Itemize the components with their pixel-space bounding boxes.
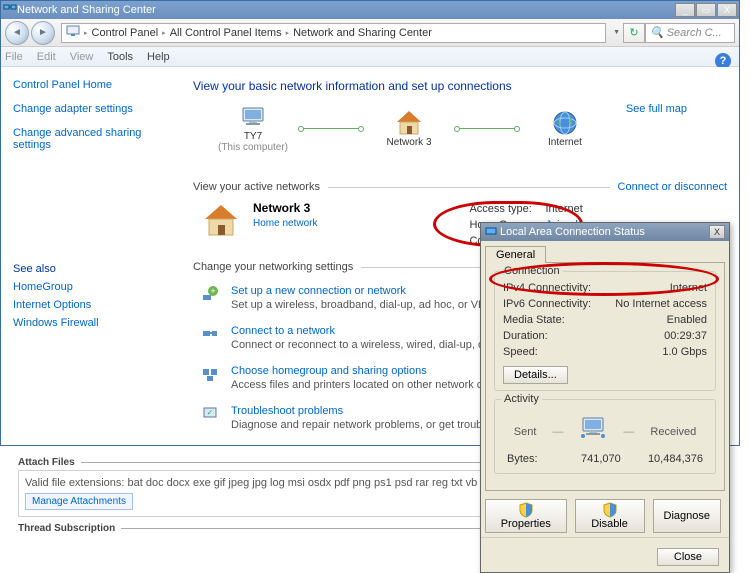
page-heading: View your basic network information and … [193, 79, 727, 93]
node-internet: Internet [525, 109, 605, 148]
map-link-2 [457, 128, 517, 129]
menu-tools[interactable]: Tools [107, 51, 133, 63]
breadcrumb[interactable]: ▸ Control Panel ▸ All Control Panel Item… [61, 23, 606, 43]
shield-icon [518, 506, 534, 518]
menubar: File Edit View Tools Help [1, 47, 739, 67]
change-settings-label: Change your networking settings [193, 261, 361, 273]
troubleshoot-link[interactable]: Troubleshoot problems [231, 405, 343, 417]
menu-file[interactable]: File [5, 51, 23, 63]
back-button[interactable]: ◄ [5, 21, 29, 45]
crumb-1[interactable]: Control Panel [92, 27, 159, 39]
active-networks-label: View your active networks [193, 181, 328, 193]
disable-button[interactable]: Disable [575, 499, 645, 533]
dialog-close-icon[interactable]: X [709, 225, 725, 239]
house-icon [369, 109, 449, 137]
close-dialog-button[interactable]: Close [657, 548, 719, 566]
received-label: Received [650, 426, 696, 438]
sent-label: Sent [514, 426, 537, 438]
adapter-settings-link[interactable]: Change adapter settings [13, 103, 149, 115]
duration-value: 00:29:37 [664, 328, 707, 344]
forward-button[interactable]: ► [31, 21, 55, 45]
seealso-firewall[interactable]: Windows Firewall [13, 317, 99, 329]
map-link-1 [301, 128, 361, 129]
connect-network-icon [201, 325, 221, 351]
homegroup-icon [201, 365, 221, 391]
troubleshoot-icon: ✓ [201, 405, 221, 431]
tab-general[interactable]: General [485, 246, 546, 263]
maximize-button[interactable]: ▭ [696, 3, 716, 17]
bytes-sent: 741,070 [581, 451, 621, 467]
menu-edit[interactable]: Edit [37, 51, 56, 63]
search-icon: 🔍 [650, 26, 664, 39]
activity-computer-icon [579, 416, 607, 447]
see-also: See also HomeGroup Internet Options Wind… [13, 263, 99, 335]
network-type-link[interactable]: Home network [253, 218, 317, 229]
crumb-2[interactable]: All Control Panel Items [170, 27, 282, 39]
node-this-pc: TY7 (This computer) [213, 103, 293, 153]
bytes-received: 10,484,376 [648, 451, 703, 467]
computer-icon [213, 103, 293, 131]
connect-network-link[interactable]: Connect to a network [231, 325, 335, 337]
homegroup-options-link[interactable]: Choose homegroup and sharing options [231, 365, 427, 377]
details-button[interactable]: Details... [503, 366, 568, 384]
menu-view[interactable]: View [70, 51, 94, 63]
cp-home-link[interactable]: Control Panel Home [13, 79, 149, 91]
setup-connection-link[interactable]: Set up a new connection or network [231, 285, 406, 297]
connection-group-label: Connection [501, 265, 563, 277]
titlebar[interactable]: Network and Sharing Center _ ▭ X [1, 1, 739, 19]
dialog-title: Local Area Connection Status [500, 226, 645, 238]
seealso-homegroup[interactable]: HomeGroup [13, 281, 99, 293]
ipv4-value: Internet [670, 280, 707, 296]
ipv6-value: No Internet access [615, 296, 707, 312]
refresh-button[interactable]: ↻ [623, 23, 645, 43]
crumb-3[interactable]: Network and Sharing Center [293, 27, 432, 39]
new-connection-icon: + [201, 285, 221, 311]
menu-help[interactable]: Help [147, 51, 170, 63]
seealso-internet-options[interactable]: Internet Options [13, 299, 99, 311]
media-state-value: Enabled [667, 312, 707, 328]
dialog-titlebar[interactable]: Local Area Connection Status X [481, 223, 729, 241]
svg-text:+: + [210, 286, 215, 296]
see-full-map-link[interactable]: See full map [626, 103, 687, 115]
sidebar: Control Panel Home Change adapter settin… [1, 67, 161, 445]
navbar: ◄ ► ▸ Control Panel ▸ All Control Panel … [1, 19, 739, 47]
cp-icon [66, 25, 80, 40]
close-button[interactable]: X [717, 3, 737, 17]
app-icon [3, 2, 17, 19]
svg-text:✓: ✓ [207, 408, 214, 417]
speed-value: 1.0 Gbps [662, 344, 707, 360]
window-title: Network and Sharing Center [17, 4, 675, 16]
dialog-icon [485, 225, 497, 240]
network-name: Network 3 [253, 201, 317, 215]
search-input[interactable]: 🔍 Search C... [645, 23, 735, 43]
node-network: Network 3 [369, 109, 449, 148]
network-house-icon [201, 201, 241, 241]
diagnose-button[interactable]: Diagnose [653, 499, 721, 533]
minimize-button[interactable]: _ [675, 3, 695, 17]
advanced-sharing-link[interactable]: Change advanced sharing settings [13, 127, 149, 151]
properties-button[interactable]: Properties [485, 499, 567, 533]
activity-group-label: Activity [501, 393, 542, 405]
connect-disconnect-link[interactable]: Connect or disconnect [610, 181, 727, 193]
lan-status-dialog: Local Area Connection Status X General C… [480, 222, 730, 573]
shield-icon [602, 506, 618, 518]
manage-attachments-button[interactable]: Manage Attachments [25, 493, 133, 510]
history-dropdown-icon[interactable]: ▼ [610, 29, 623, 36]
globe-icon [525, 109, 605, 137]
